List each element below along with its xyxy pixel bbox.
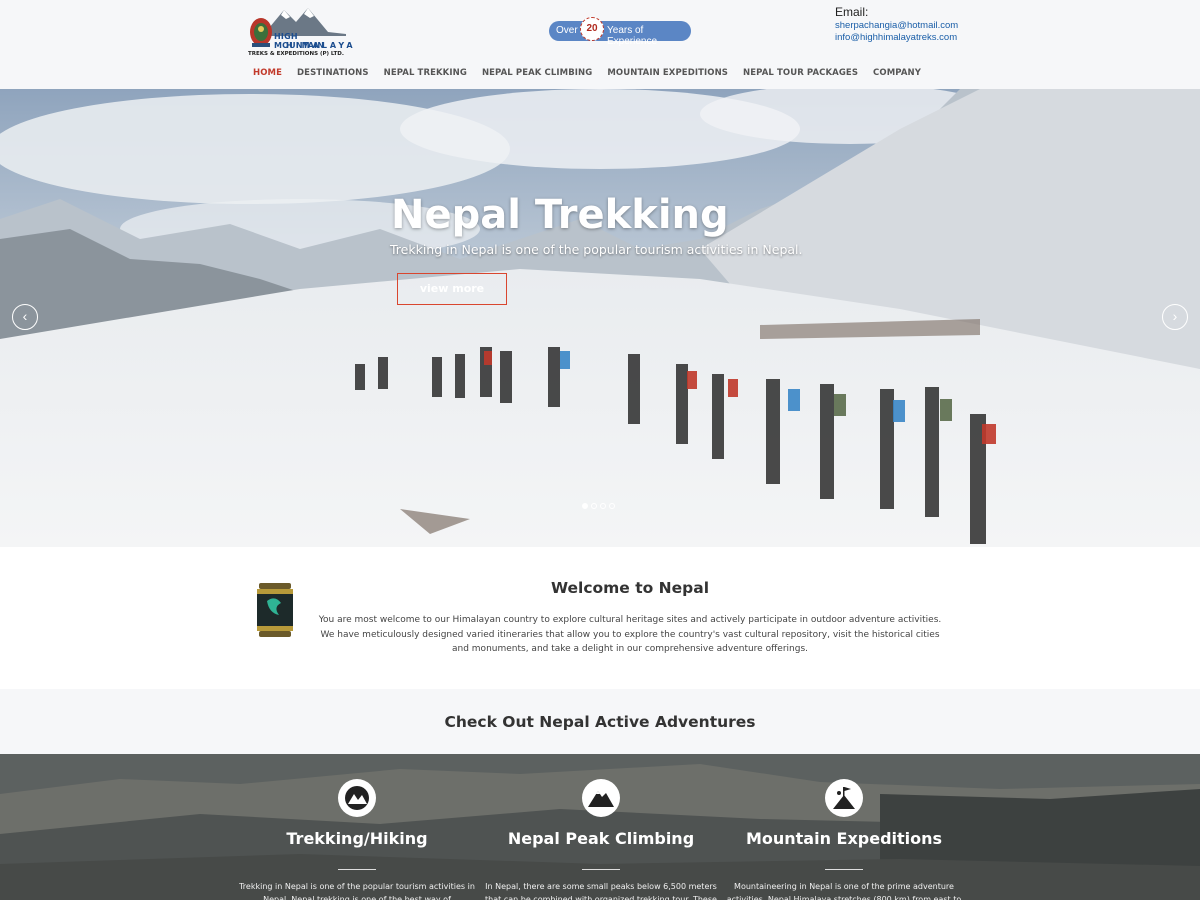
adventure-name: Trekking/Hiking — [286, 829, 428, 848]
adventures-header: Check Out Nepal Active Adventures — [0, 689, 1200, 754]
summit-flag-icon — [825, 779, 863, 817]
nav-home[interactable]: HOME — [253, 68, 282, 80]
slider-pagination — [582, 503, 615, 509]
experience-badge: Over 20 Years of Experience — [549, 17, 691, 47]
hero-slider: Nepal Trekking Trekking in Nepal is one … — [0, 89, 1200, 547]
slider-prev-button[interactable]: ‹ — [12, 304, 38, 330]
adventure-text: Mountaineering in Nepal is one of the pr… — [726, 882, 962, 900]
slider-dot[interactable] — [582, 503, 588, 509]
email-link-info[interactable]: info@highhimalayatreks.com — [835, 32, 958, 43]
hero-background-image — [0, 89, 1200, 547]
divider — [338, 869, 376, 870]
slider-dot[interactable] — [591, 503, 597, 509]
nav-nepal-tour-packages[interactable]: NEPAL TOUR PACKAGES — [743, 68, 858, 80]
nav-nepal-trekking[interactable]: NEPAL TREKKING — [384, 68, 467, 80]
adventure-name: Nepal Peak Climbing — [507, 829, 695, 848]
email-label: Email: — [835, 5, 869, 19]
logo-crest-icon — [250, 18, 272, 47]
logo-line-3: TREKS & EXPEDITIONS (P) LTD. — [248, 51, 344, 57]
welcome-title: Welcome to Nepal — [550, 579, 710, 597]
mountain-icon — [338, 779, 376, 817]
nav-mountain-expeditions[interactable]: MOUNTAIN EXPEDITIONS — [607, 68, 728, 80]
slider-dot[interactable] — [600, 503, 606, 509]
divider — [825, 869, 863, 870]
company-logo[interactable]: HIGH MOUNTAIN HIMALAYA TREKS & EXPEDITIO… — [246, 6, 353, 58]
slider-dot[interactable] — [609, 503, 615, 509]
logo-line-2: HIMALAYA — [286, 41, 356, 50]
adventure-text: Trekking in Nepal is one of the popular … — [239, 882, 475, 900]
welcome-text: You are most welcome to our Himalayan co… — [318, 615, 942, 654]
experience-prefix: Over — [556, 25, 578, 36]
experience-suffix: Years of Experience — [607, 25, 658, 47]
adventure-name: Mountain Expeditions — [745, 829, 943, 848]
hero-title: Nepal Trekking — [391, 192, 729, 238]
welcome-section: Welcome to Nepal You are most welcome to… — [0, 547, 1200, 689]
divider — [582, 869, 620, 870]
main-nav: HOME DESTINATIONS NEPAL TREKKING NEPAL P… — [253, 68, 936, 80]
nav-destinations[interactable]: DESTINATIONS — [297, 68, 369, 80]
experience-years: 20 — [580, 17, 604, 41]
peak-icon — [582, 779, 620, 817]
email-contact: Email: sherpachangia@hotmail.com info@hi… — [835, 5, 958, 43]
email-link-hotmail[interactable]: sherpachangia@hotmail.com — [835, 20, 958, 31]
slider-next-button[interactable]: › — [1162, 304, 1188, 330]
adventure-text: In Nepal, there are some small peaks bel… — [485, 882, 717, 900]
hero-subtitle: Trekking in Nepal is one of the popular … — [390, 242, 803, 257]
chevron-left-icon: ‹ — [22, 308, 28, 324]
adventures-background-image — [0, 754, 1200, 900]
site-header: HIGH MOUNTAIN HIMALAYA TREKS & EXPEDITIO… — [0, 0, 1200, 89]
adventures-title: Check Out Nepal Active Adventures — [444, 713, 756, 731]
nav-company[interactable]: COMPANY — [873, 68, 921, 80]
nav-nepal-peak-climbing[interactable]: NEPAL PEAK CLIMBING — [482, 68, 592, 80]
view-more-button[interactable]: view more — [397, 273, 507, 305]
adventures-band: Trekking/Hiking Trekking in Nepal is one… — [0, 754, 1200, 900]
chevron-right-icon: › — [1172, 308, 1178, 324]
